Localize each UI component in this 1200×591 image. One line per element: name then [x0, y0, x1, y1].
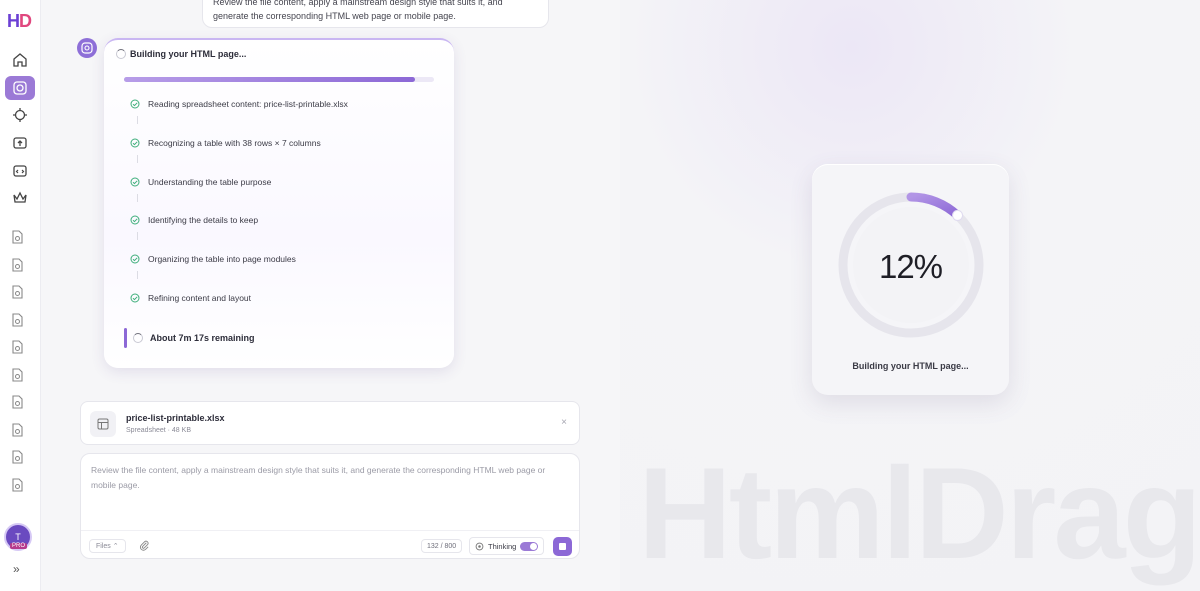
build-step-label: Reading spreadsheet content: price-list-… [148, 99, 348, 109]
message-composer[interactable]: Review the file content, apply a mainstr… [80, 453, 580, 559]
progress-percent: 12% [878, 248, 943, 285]
build-step-label: Refining content and layout [148, 293, 252, 303]
build-step: Organizing the table into page modules [130, 254, 296, 264]
loading-spinner-icon [116, 49, 126, 59]
spreadsheet-icon [90, 411, 116, 437]
active-step-bar [124, 328, 127, 348]
build-step: Recognizing a table with 38 rows × 7 col… [130, 138, 321, 148]
paperclip-icon[interactable] [139, 540, 150, 554]
stop-icon [559, 543, 566, 550]
target-icon[interactable] [5, 103, 35, 127]
thinking-label: Thinking [488, 541, 517, 551]
attachment-meta: Spreadsheet · 48 KB [126, 427, 191, 434]
history-item-icon[interactable] [9, 312, 25, 328]
history-item-icon[interactable] [9, 257, 25, 273]
thinking-icon [475, 542, 484, 550]
build-step-label: Understanding the table purpose [148, 176, 272, 187]
home-icon[interactable] [5, 48, 35, 72]
time-remaining: About 7m 17s remaining [124, 328, 255, 348]
watermark: HtmlDrag [638, 440, 1200, 586]
step-connector [137, 193, 138, 202]
files-button[interactable]: Files ⌃ [89, 539, 126, 553]
check-icon [130, 99, 140, 109]
history-item-icon[interactable] [9, 339, 25, 355]
build-step: Refining content and layout [130, 293, 251, 303]
attachment-card: price-list-printable.xlsx Spreadsheet · … [80, 401, 580, 445]
history-item-icon[interactable] [9, 394, 25, 410]
build-step-label: Identifying the details to keep [148, 215, 259, 226]
loading-spinner-icon [133, 333, 143, 343]
thinking-toggle[interactable]: Thinking [469, 537, 545, 555]
progress-ring-knob [952, 209, 964, 221]
crown-icon[interactable] [5, 186, 35, 210]
build-progress-fill [124, 77, 416, 82]
history-item-icon[interactable] [9, 367, 25, 383]
build-step: Understanding the table purpose [130, 177, 271, 187]
assistant-avatar [77, 38, 97, 58]
remove-attachment-button[interactable]: × [561, 417, 567, 428]
message-input[interactable]: Review the file content, apply a mainstr… [91, 463, 566, 493]
history-item-icon[interactable] [9, 284, 25, 300]
pro-badge: PRO [10, 543, 28, 549]
step-connector [137, 116, 138, 124]
check-icon [130, 293, 140, 303]
step-connector [137, 154, 138, 163]
upload-icon[interactable] [5, 131, 35, 155]
char-counter: 132 / 800 [421, 539, 463, 553]
step-connector [137, 232, 138, 241]
svg-text:D: D [19, 11, 32, 31]
build-progress-card: Building your HTML page... Reading sprea… [104, 38, 454, 368]
history-item-icon[interactable] [9, 422, 25, 438]
attachment-name: price-list-printable.xlsx [126, 413, 225, 423]
build-progress-track [124, 77, 434, 82]
stop-button[interactable] [553, 537, 572, 556]
app-logo[interactable]: H D [6, 8, 36, 32]
composer-toolbar: Files ⌃ 132 / 800 Thinking [81, 530, 579, 558]
build-step: Identifying the details to keep [130, 215, 258, 225]
build-step-label: Recognizing a table with 38 rows × 7 col… [148, 137, 321, 148]
time-remaining-text: About 7m 17s remaining [150, 333, 255, 343]
preview-progress-card: 12% Building your HTML page... [812, 164, 1009, 395]
progress-label: Building your HTML page... [852, 361, 969, 371]
code-icon[interactable] [5, 159, 35, 183]
history-item-icon[interactable] [9, 449, 25, 465]
sidebar: H D T PRO » [0, 0, 41, 591]
build-step: Reading spreadsheet content: price-list-… [130, 99, 348, 109]
thinking-switch[interactable] [520, 541, 539, 551]
check-icon [130, 177, 140, 187]
build-step-label: Organizing the table into page modules [148, 254, 296, 265]
step-connector [137, 271, 138, 280]
check-icon [130, 138, 140, 148]
history-item-icon[interactable] [9, 229, 25, 245]
history-item-icon[interactable] [9, 477, 25, 493]
check-icon [130, 215, 140, 225]
build-title: Building your HTML page... [130, 49, 247, 59]
avatar-initial: T [15, 532, 21, 542]
preview-panel: HtmlDrag 12% Building your HTML page... [620, 0, 1200, 591]
expand-sidebar-icon[interactable]: » [13, 562, 20, 576]
user-message-bubble: Review the file content, apply a mainstr… [202, 0, 549, 28]
check-icon [130, 254, 140, 264]
generate-icon[interactable] [5, 76, 35, 100]
